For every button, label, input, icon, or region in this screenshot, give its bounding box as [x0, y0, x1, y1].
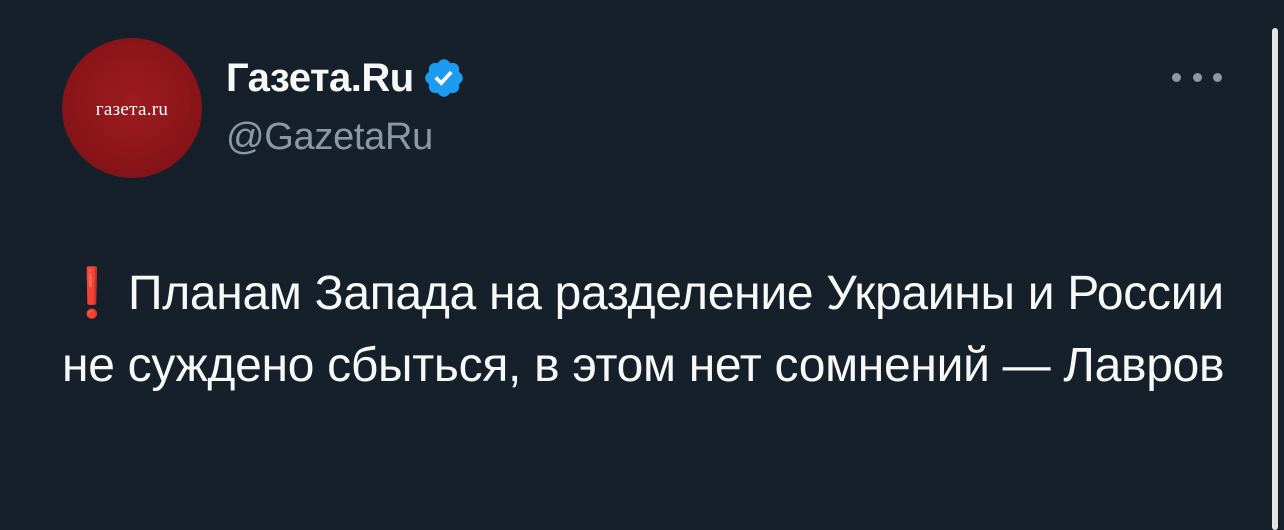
tweet-card: газета.ru Газета.Ru @GazetaRu ❗ Планам За… — [0, 0, 1284, 530]
more-options-icon[interactable] — [1172, 62, 1222, 92]
tweet-text: ❗ Планам Запада на разделение Украины и Р… — [62, 258, 1232, 402]
more-dot — [1172, 72, 1181, 82]
scrollbar[interactable] — [1272, 28, 1278, 530]
author-name-row: Газета.Ru — [226, 50, 466, 106]
more-dot — [1213, 72, 1222, 82]
display-name[interactable]: Газета.Ru — [226, 56, 414, 101]
avatar[interactable]: газета.ru — [62, 38, 202, 178]
more-dot — [1192, 72, 1202, 82]
verified-badge-icon — [422, 56, 466, 100]
avatar-logo-text: газета.ru — [95, 99, 169, 120]
exclamation-icon: ❗ — [62, 267, 122, 320]
tweet-text-content: Планам Запада на разделение Украины и Ро… — [62, 267, 1225, 392]
author-handle[interactable]: @GazetaRu — [226, 116, 433, 159]
